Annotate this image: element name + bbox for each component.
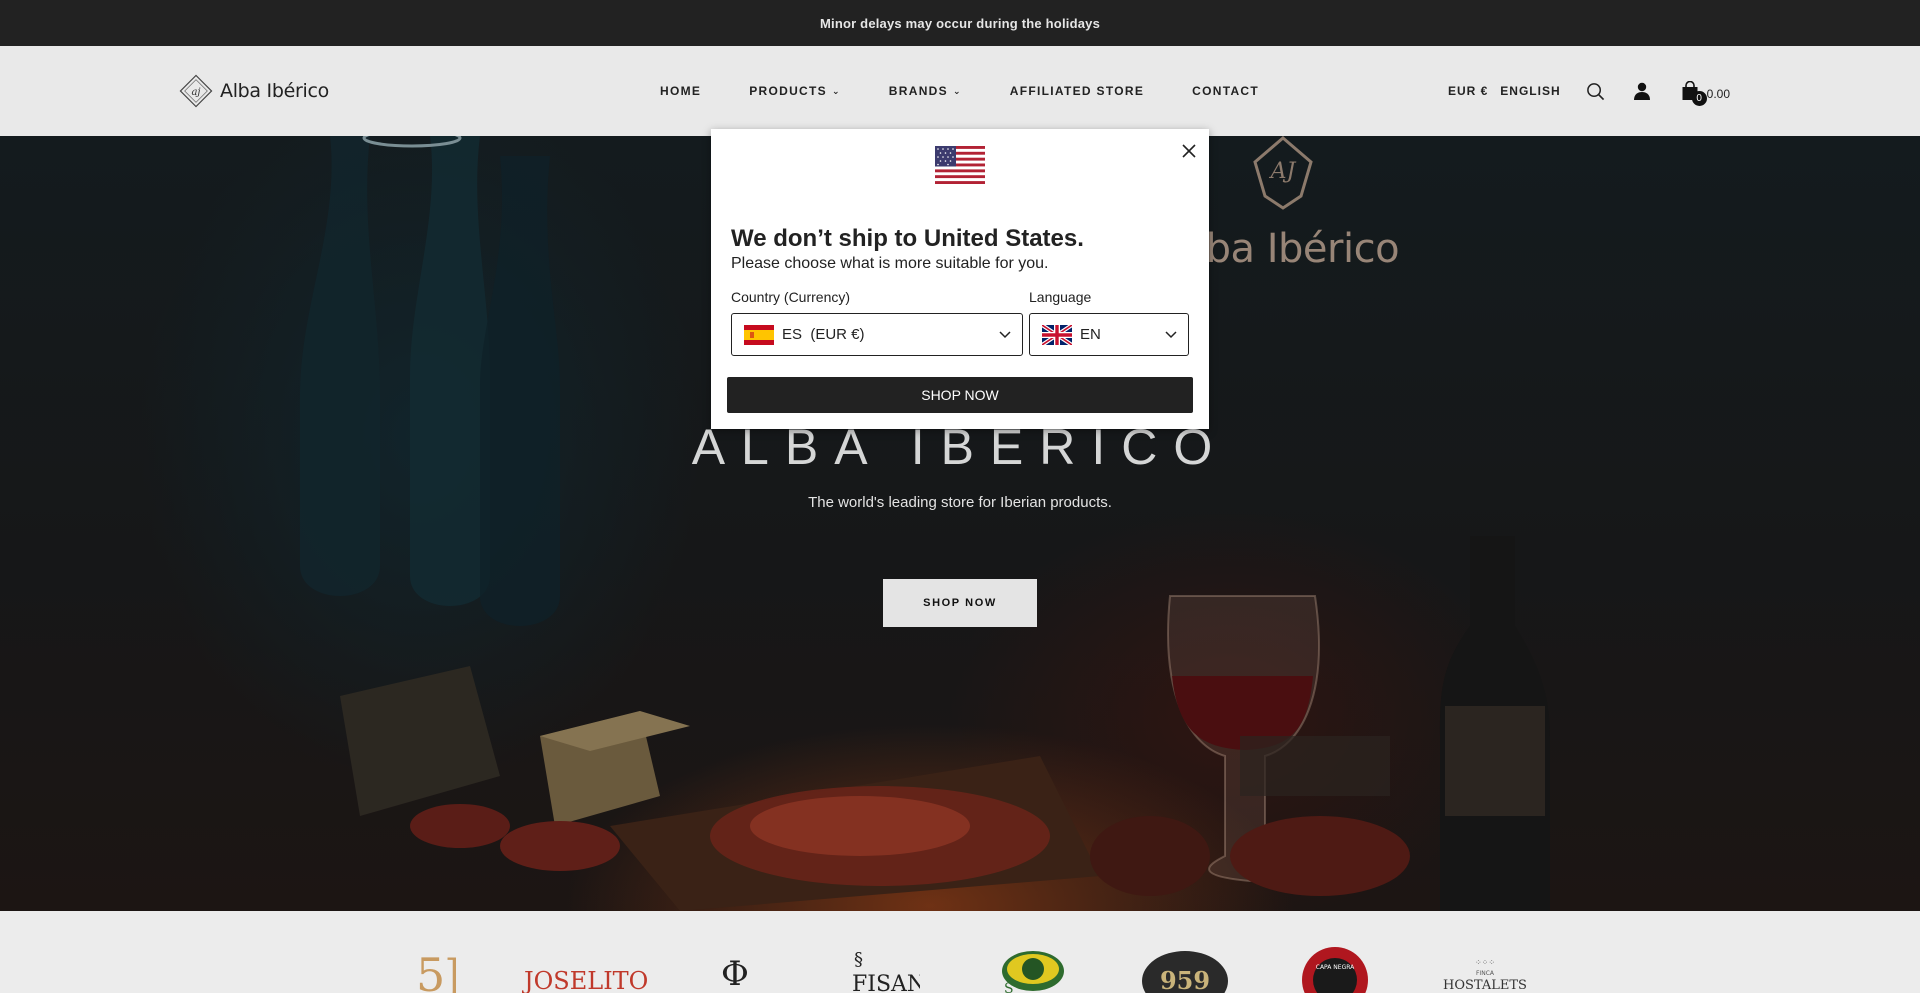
nav-contact[interactable]: CONTACT	[1192, 84, 1259, 98]
language-label: Language	[1029, 289, 1092, 305]
language-select-value: EN	[1080, 326, 1101, 343]
svg-text:JOSELITO: JOSELITO	[522, 967, 647, 993]
search-icon[interactable]	[1585, 80, 1607, 102]
capa-negra-logo[interactable]: CAPA NEGRA	[1300, 947, 1370, 993]
nav-products[interactable]: PRODUCTS ⌄	[749, 84, 841, 98]
svg-text:CAPA NEGRA: CAPA NEGRA	[1316, 964, 1355, 971]
svg-text:§: §	[854, 949, 863, 970]
nav-home[interactable]: HOME	[660, 84, 701, 98]
nav-brands[interactable]: BRANDS ⌄	[889, 84, 962, 98]
announcement-text: Minor delays may occur during the holida…	[819, 15, 1101, 31]
site-header: aj Alba Ibérico HOME PRODUCTS ⌄ BRANDS ⌄ A…	[0, 46, 1920, 136]
nav-brands-label: BRANDS	[888, 84, 948, 98]
svg-text:FISAN: FISAN	[852, 972, 920, 993]
main-nav: HOME PRODUCTS ⌄ BRANDS ⌄ AFFILIATED STORE …	[660, 46, 1259, 136]
logo-text: Alba Ibérico	[220, 80, 329, 102]
oak-tree-logo[interactable]: S	[1000, 949, 1070, 993]
svg-text:HOSTALETS: HOSTALETS	[1443, 978, 1527, 993]
cart-button[interactable]: 0 0.00	[1681, 81, 1730, 106]
phi-logo[interactable]: Φ	[718, 949, 752, 993]
brand-logos-strip: 5J JOSELITO Φ § FISAN S 959 CAPA NEGRA ⁘⁘…	[0, 911, 1920, 993]
hero-subtitle: The world's leading store for Iberian pr…	[808, 494, 1112, 511]
joselito-logo[interactable]: JOSELITO	[522, 953, 647, 993]
svg-text:5J: 5J	[416, 948, 456, 993]
svg-text:aj: aj	[191, 87, 200, 98]
nav-home-label: HOME	[660, 84, 702, 98]
svg-text:Φ: Φ	[721, 954, 749, 993]
uk-flag-icon	[1042, 324, 1072, 345]
chevron-down-icon: ⌄	[831, 85, 841, 96]
959-logo[interactable]: 959	[1140, 949, 1230, 993]
hero-brand-mark: lba Ibérico	[1195, 226, 1400, 272]
currency-selector[interactable]: EUR €	[1448, 84, 1488, 98]
nav-affiliated-store-label: AFFILIATED STORE	[1009, 84, 1145, 98]
cart-total: 0.00	[1706, 87, 1730, 101]
announcement-bar: Minor delays may occur during the holida…	[0, 0, 1920, 46]
modal-shop-now-button[interactable]: SHOP NOW	[727, 377, 1193, 413]
spain-flag-icon	[744, 324, 774, 345]
modal-title: We don’t ship to United States.	[731, 225, 1084, 252]
chevron-down-icon	[1165, 331, 1177, 339]
site-logo[interactable]: aj Alba Ibérico	[178, 73, 329, 109]
cart-count-badge: 0	[1691, 91, 1707, 106]
nav-contact-label: CONTACT	[1192, 84, 1260, 98]
modal-subtitle: Please choose what is more suitable for …	[731, 255, 1049, 272]
svg-text:FINCA: FINCA	[1476, 970, 1495, 977]
5j-logo[interactable]: 5J	[412, 945, 456, 993]
country-select-value: ES (EUR €)	[782, 326, 865, 343]
country-label: Country (Currency)	[731, 289, 851, 305]
logo-diamond-icon: aj	[179, 74, 213, 108]
country-select[interactable]: ES (EUR €)	[731, 313, 1023, 356]
account-icon[interactable]	[1631, 80, 1653, 102]
language-selector[interactable]: ENGLISH	[1500, 84, 1560, 98]
fisan-logo[interactable]: §FISAN	[850, 945, 920, 993]
nav-products-label: PRODUCTS	[749, 84, 827, 98]
chevron-down-icon	[999, 331, 1011, 339]
shipping-region-modal: We don’t ship to United States. Please c…	[711, 129, 1209, 429]
language-select[interactable]: EN	[1029, 313, 1189, 356]
svg-text:959: 959	[1160, 966, 1210, 993]
svg-text:S: S	[1004, 981, 1014, 993]
hero-shop-now-button[interactable]: SHOP NOW	[883, 579, 1037, 627]
svg-text:AJ: AJ	[1269, 159, 1297, 184]
hostalets-logo[interactable]: ⁘⁘⁘ FINCAHOSTALETS	[1440, 951, 1530, 993]
header-utilities: EUR € ENGLISH 0 0.00	[1448, 46, 1730, 136]
chevron-down-icon: ⌄	[952, 85, 962, 96]
svg-text:⁘⁘⁘: ⁘⁘⁘	[1475, 958, 1495, 967]
close-icon[interactable]	[1179, 141, 1199, 161]
us-flag-icon	[935, 146, 985, 184]
nav-affiliated-store[interactable]: AFFILIATED STORE	[1010, 84, 1144, 98]
